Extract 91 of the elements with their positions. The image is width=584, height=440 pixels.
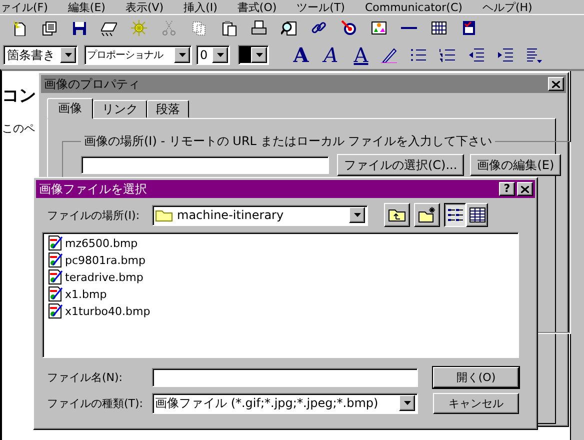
bullet-list-icon[interactable] [410,47,426,63]
close-button[interactable] [517,182,533,196]
up-folder-icon[interactable] [388,207,406,223]
file-name[interactable]: x1turbo40.bmp [65,304,150,318]
open-button[interactable]: 開く(O) [433,366,519,388]
image-file-icon[interactable] [47,252,63,268]
sparkle-icon[interactable] [131,20,147,36]
dialog-button[interactable]: 画像の編集(E) [470,154,562,176]
caret-icon [354,213,360,217]
paste-icon[interactable] [221,20,237,36]
image-file-icon[interactable] [47,286,63,302]
menu-item[interactable]: ァイル(F) [0,2,68,14]
save-icon[interactable] [71,20,87,36]
menu-item[interactable]: 編集(E) [68,2,126,14]
dropdown-button[interactable] [251,47,267,63]
caret-icon [178,53,186,57]
image-file-icon[interactable] [47,303,63,319]
find-icon[interactable] [281,20,297,36]
filetype-value: 画像ファイル (*.gif;*.jpg;*.jpeg;*.bmp) [155,394,380,412]
spellcheck-icon[interactable] [461,20,477,36]
menu-item[interactable]: 書式(O) [237,2,297,14]
tab[interactable]: 段落 [147,100,189,118]
paragraph-style-dropdown[interactable]: 箇条書き [3,45,78,65]
image-file-icon[interactable] [47,235,63,251]
file-name[interactable]: mz6500.bmp [65,236,138,250]
tab[interactable]: リンク [93,100,147,118]
bold-button[interactable]: A [291,45,311,65]
caret-icon [404,401,410,405]
dropdown-button[interactable] [212,47,228,63]
cancel-button[interactable]: キャンセル [433,392,519,414]
dropdown-button[interactable] [399,395,415,411]
print-icon[interactable] [251,20,267,36]
table-icon[interactable] [431,20,447,36]
color-picker[interactable] [238,45,269,65]
target-icon[interactable] [341,20,357,36]
caret-icon [64,53,72,57]
menu-item[interactable]: ツール(T) [296,2,365,14]
italic-button[interactable]: A [321,45,341,65]
location-label: ファイルの場所(I): [47,208,141,222]
image-file-icon[interactable] [47,269,63,285]
filename-field[interactable] [152,368,418,386]
window-title: 画像ファイルを選択 [39,180,148,198]
link-icon[interactable] [311,20,327,36]
filetype-dropdown[interactable]: 画像ファイル (*.gif;*.jpg;*.jpeg;*.bmp) [152,392,418,414]
dropdown-button[interactable] [174,47,190,63]
pen-icon[interactable] [381,47,397,63]
copy-icon[interactable] [191,20,207,36]
new-page-icon[interactable] [11,20,27,36]
menu-item[interactable]: Communicator(C) [364,2,482,14]
menu-item[interactable]: ヘルプ(H) [482,2,552,14]
folder-dropdown[interactable]: machine-itinerary [152,204,368,226]
combo-value: 箇条書き [6,46,56,64]
indent-icon[interactable] [497,47,513,63]
folder-icon [155,208,173,222]
dropdown-button[interactable] [60,47,76,63]
close-button[interactable] [548,77,564,91]
font-dropdown[interactable]: プロポーショナル [84,45,192,65]
list-view-icon[interactable] [446,207,464,223]
combo-value: 0 [199,48,209,62]
font-size-dropdown[interactable]: 0 [196,45,230,65]
filename-label: ファイル名(N): [47,370,124,384]
image-icon[interactable] [371,20,387,36]
publish-icon[interactable] [101,20,117,36]
underline-button[interactable]: A [351,45,371,65]
align-icon[interactable] [526,47,542,63]
page-text: このペ [2,121,35,136]
dialog-button[interactable]: ファイルの選択(C)... [337,154,464,176]
window-title: 画像のプロパティ [44,76,140,92]
file-name[interactable]: pc9801ra.bmp [65,254,146,266]
menu-item[interactable]: 挿入(I) [184,2,238,14]
caret-icon [216,53,224,57]
new-folder-icon[interactable] [418,207,436,223]
outdent-icon[interactable] [468,47,484,63]
caret-icon [256,53,262,57]
help-button[interactable]: ? [499,182,515,196]
group-label: 画像の場所(I) - リモートの URL またはローカル ファイルを入力して下さい [83,133,494,150]
folder-name: machine-itinerary [177,208,285,222]
close-icon [521,186,529,192]
tab[interactable]: 画像 [47,98,93,119]
file-name[interactable]: teradrive.bmp [65,270,144,284]
filetype-label: ファイルの種類(T): [47,396,144,410]
menu-item[interactable]: 表示(V) [125,2,184,14]
url-field[interactable] [81,156,329,174]
combo-value: プロポーショナル [86,48,164,62]
file-name[interactable]: x1.bmp [65,288,107,300]
page-heading: コン [2,85,36,108]
dropdown-button[interactable] [349,207,365,223]
open-icon[interactable] [41,20,57,36]
details-view-icon[interactable] [468,207,486,223]
numbered-list-icon[interactable] [439,47,455,63]
close-icon [552,80,560,88]
